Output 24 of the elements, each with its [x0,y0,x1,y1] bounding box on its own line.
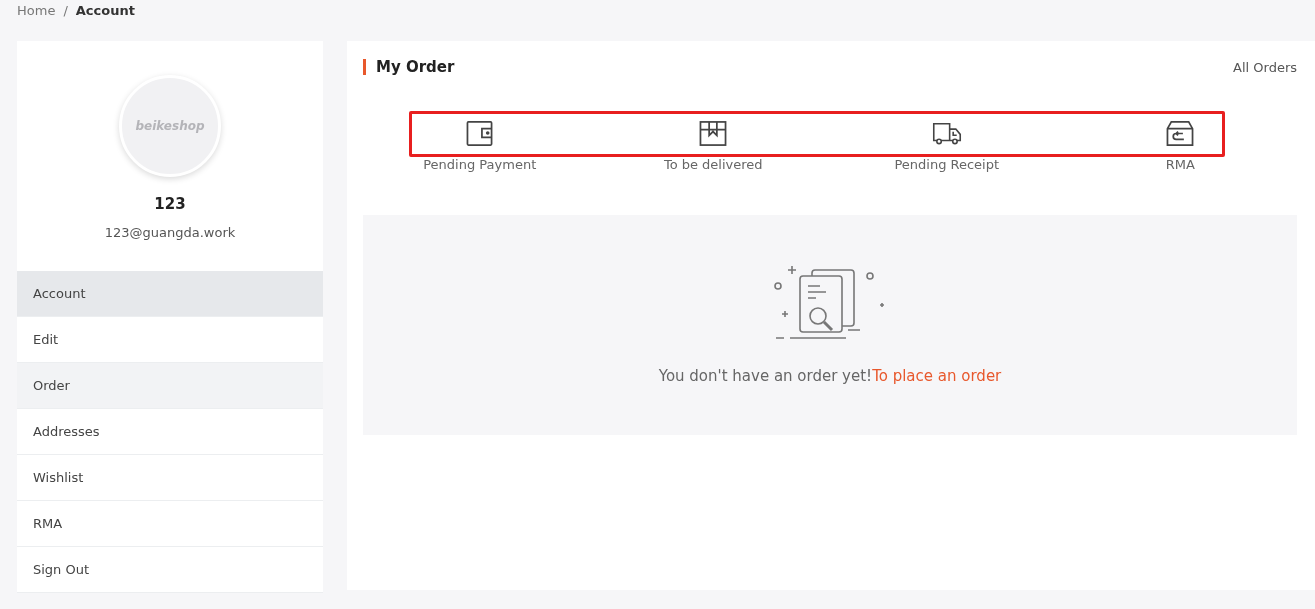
status-label[interactable]: Pending Receipt [894,157,1000,172]
sidebar-item[interactable]: Sign Out [17,547,323,593]
breadcrumb-link[interactable]: Home [17,2,56,18]
all-orders-link[interactable]: All Orders [1233,59,1297,75]
sidebar-item[interactable]: RMA [17,501,323,547]
sidebar-item[interactable]: Order [17,363,323,409]
user-email: 123@guangda.work [104,225,236,240]
sidebar-item[interactable]: Addresses [17,409,323,455]
sidebar-item[interactable]: Edit [17,317,323,363]
status-label[interactable]: RMA [1165,157,1195,172]
section-title: My Order [363,59,455,75]
wallet-icon[interactable] [464,120,495,147]
return-box-icon[interactable] [1165,120,1196,147]
breadcrumb-current: Account [75,2,135,18]
status-label[interactable]: To be delivered [663,157,763,172]
breadcrumb-separator: / [63,2,68,18]
sidebar-item[interactable]: Wishlist [17,455,323,501]
status-label[interactable]: Pending Payment [423,157,537,172]
user-name: 123 [154,195,186,213]
sidebar-item[interactable]: Account [17,271,323,317]
empty-message: You don't have an order yet!To place an order [658,367,1002,385]
truck-icon[interactable] [931,120,962,147]
box-icon[interactable] [698,120,729,147]
avatar-logo: beikeshop [119,75,221,177]
